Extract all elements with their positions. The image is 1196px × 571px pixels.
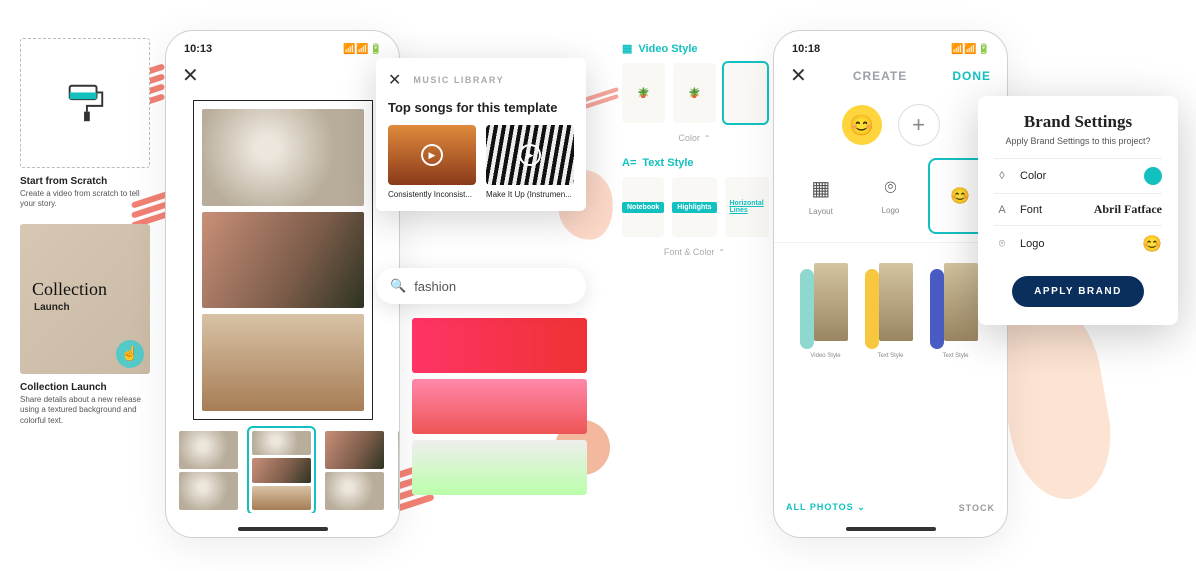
song-item[interactable]: ▶ Make It Up (Instrumen... [486,125,574,199]
smiley-icon: 😊 [950,186,970,206]
logo-icon: ⌾ [884,177,896,200]
text-style-thumb[interactable]: Highlights [672,177,716,237]
story-thumb[interactable]: Text Style [863,259,918,359]
layout-thumb[interactable] [395,428,399,513]
scratch-title: Start from Scratch [20,176,150,187]
style-thumb[interactable]: 🪴 [673,63,716,123]
logo-icon: ⌾ [994,238,1010,251]
story-thumb[interactable]: Text Style [928,259,983,359]
chevron-up-icon: ⌃ [718,248,725,257]
chevron-down-icon: ⌄ [857,502,866,512]
status-bar: 10:13 📶 📶 🔋 [166,41,399,63]
layout-icon: ▦ [811,176,830,201]
story-row: Video Style Text Style Text Style [774,243,1007,375]
canvas-image[interactable] [202,212,364,309]
apply-brand-button[interactable]: APPLY BRAND [1012,276,1144,307]
status-icons: 📶 📶 🔋 [343,44,381,55]
brand-row-logo[interactable]: ⌾Logo 😊 [994,225,1162,262]
status-bar: 10:18 📶 📶 🔋 [774,41,1007,63]
brand-title: Brand Settings [994,112,1162,132]
filter-all-photos[interactable]: ALL PHOTOS ⌄ [786,502,866,513]
text-style-thumb[interactable]: Notebook [622,177,664,237]
start-from-scratch-card[interactable] [20,38,150,168]
filter-stock[interactable]: STOCK [959,503,995,513]
play-icon[interactable]: ▶ [519,144,541,166]
search-value: fashion [414,279,456,294]
done-button[interactable]: DONE [952,69,991,83]
phone-create: 10:18 📶 📶 🔋 ✕ CREATE DONE 😊 + ▦Layout ⌾L… [773,30,1008,538]
chevron-up-icon: ⌃ [704,134,711,143]
collection-heading: Collection [32,279,107,300]
option-row: ▦Layout ⌾Logo 😊 [774,160,1007,243]
result-thumb[interactable] [412,318,587,373]
music-heading: Top songs for this template [388,100,574,115]
style-thumb[interactable]: 🪴 [622,63,665,123]
brand-subtitle: Apply Brand Settings to this project? [994,136,1162,146]
paint-roller-icon [62,80,108,126]
hand-icon: ☝ [116,340,144,368]
music-library-popover: ✕ MUSIC LIBRARY Top songs for this templ… [376,58,586,211]
color-swatch [1144,167,1162,185]
phone-editor: 10:13 📶 📶 🔋 ✕ [165,30,400,538]
scratch-desc: Create a video from scratch to tell your… [20,189,150,210]
layout-thumb[interactable] [176,428,241,513]
text-style-heading[interactable]: A= Text Style [622,157,767,169]
close-icon[interactable]: ✕ [388,70,401,90]
canvas-frame[interactable] [193,100,373,420]
drop-icon: ◊ [994,170,1010,182]
style-panel: ▦ Video Style 🪴 🪴 Color ⌃ A= Text Style N… [622,32,767,261]
add-button[interactable]: + [898,104,940,146]
create-label: CREATE [853,69,907,83]
collection-launch-card[interactable]: Collection Launch ☝ [20,224,150,374]
collection-title: Collection Launch [20,382,150,393]
close-icon[interactable]: ✕ [182,63,200,88]
option-logo[interactable]: ⌾Logo [860,160,920,232]
search-results [412,318,587,495]
template-column: Start from Scratch Create a video from s… [20,38,150,440]
canvas-image[interactable] [202,109,364,206]
brand-settings-popover: Brand Settings Apply Brand Settings to t… [978,96,1178,325]
home-indicator [846,527,936,531]
color-toggle[interactable]: Color [678,133,700,143]
status-icons: 📶 📶 🔋 [951,44,989,55]
story-thumb[interactable]: Video Style [798,259,853,359]
option-layout[interactable]: ▦Layout [791,160,851,232]
close-icon[interactable]: ✕ [790,63,808,88]
canvas-image[interactable] [202,314,364,411]
layout-thumb-selected[interactable] [249,428,314,513]
result-thumb[interactable] [412,379,587,434]
font-icon: A [994,204,1010,216]
logo-preview-small: 😊 [1142,234,1162,254]
clock: 10:18 [792,43,820,55]
text-style-thumb[interactable]: Horizontal Lines [725,177,769,237]
search-icon: 🔍 [390,278,406,294]
font-value: Abril Fatface [1094,202,1162,217]
brand-row-font[interactable]: AFont Abril Fatface [994,193,1162,225]
fontcolor-toggle[interactable]: Font & Color [664,247,715,257]
play-icon[interactable]: ▶ [421,144,443,166]
layout-thumb[interactable] [322,428,387,513]
music-section-label: MUSIC LIBRARY [413,75,504,85]
song-name: Consistently Inconsist... [388,190,476,199]
song-name: Make It Up (Instrumen... [486,190,574,199]
clock: 10:13 [184,43,212,55]
result-thumb[interactable] [412,440,587,495]
collection-sub: Launch [34,302,70,313]
style-thumb-selected[interactable] [724,63,767,123]
video-style-heading[interactable]: ▦ Video Style [622,42,767,55]
search-input[interactable]: 🔍 fashion [376,268,586,304]
home-indicator [238,527,328,531]
collection-desc: Share details about a new release using … [20,395,150,426]
layout-tray [166,420,399,513]
brand-row-color[interactable]: ◊Color [994,158,1162,193]
song-item[interactable]: ▶ Consistently Inconsist... [388,125,476,199]
logo-preview[interactable]: 😊 [842,105,882,145]
